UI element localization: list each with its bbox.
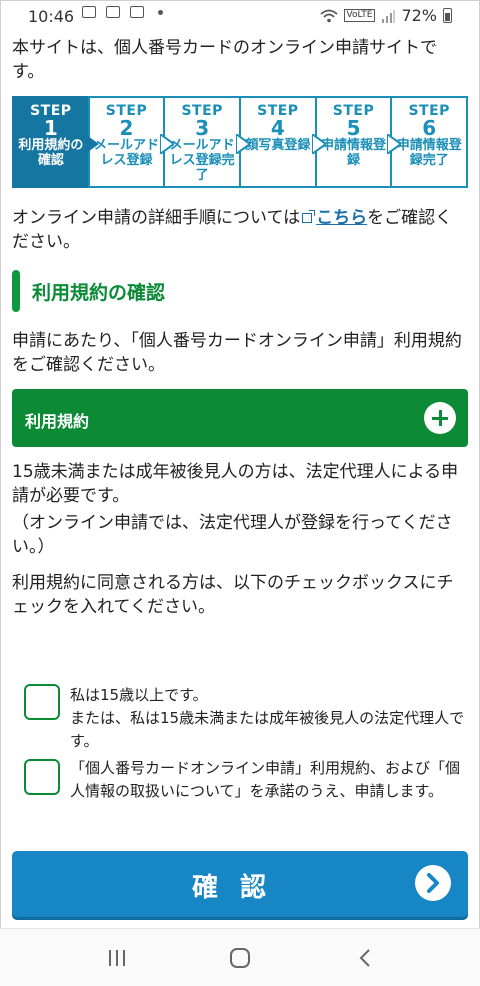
step-number: 6 bbox=[422, 116, 437, 140]
age-label-line1: 私は15歳以上です。 bbox=[70, 686, 208, 704]
step-label: 申請情報登録 bbox=[321, 138, 387, 168]
step-arrow-icon bbox=[84, 134, 99, 154]
arrow-right-icon bbox=[415, 865, 451, 901]
step-number: 4 bbox=[270, 116, 285, 140]
detail-text: オンライン申請の詳細手順については こちらをご確認ください。 bbox=[12, 206, 468, 254]
step-2: STEP 2 メールアドレス登録 bbox=[87, 96, 175, 188]
age-checkbox-label: 私は15歳以上です。 または、私は15歳未満または成年被後見人の法定代理人です。 bbox=[70, 684, 474, 753]
minor-note-2: （オンライン申請では、法定代理人が登録を行ってください。） bbox=[12, 513, 453, 557]
terms-checkbox-label: 「個人番号カードオンライン申請」利用規約、および「個人情報の取扱いについて」を承… bbox=[70, 759, 461, 800]
battery-icon bbox=[443, 8, 452, 23]
confirm-button[interactable]: 確認 bbox=[12, 851, 468, 917]
step-number: 3 bbox=[195, 116, 210, 140]
step-number: 5 bbox=[346, 116, 361, 140]
status-right: VoLTE 72% bbox=[319, 6, 452, 25]
photo-icon bbox=[130, 6, 144, 18]
photo-icon bbox=[106, 6, 120, 18]
status-bar: 10:46 VoLTE 72% bbox=[0, 0, 480, 32]
volte-icon: VoLTE bbox=[343, 9, 376, 22]
section-title: 利用規約の確認 bbox=[32, 282, 166, 304]
step-3: STEP 3 メールアドレス登録完了 bbox=[163, 96, 251, 188]
recent-apps-icon[interactable] bbox=[106, 947, 128, 969]
wifi-icon bbox=[319, 9, 338, 22]
step-label: メールアドレス登録完了 bbox=[169, 138, 235, 183]
section-heading: 利用規約の確認 bbox=[12, 268, 468, 314]
heading-accent-bar bbox=[12, 270, 20, 312]
battery-percent: 72% bbox=[401, 6, 437, 25]
age-label-line2: または、私は15歳未満または成年被後見人の法定代理人です。 bbox=[70, 709, 465, 750]
step-label: メールアドレス登録 bbox=[94, 138, 160, 168]
terms-accordion[interactable]: 利用規約 bbox=[12, 389, 468, 447]
step-number: 1 bbox=[43, 116, 58, 140]
more-notifications-icon bbox=[158, 9, 163, 15]
minor-note-1: 15歳未満または成年被後見人の方は、法定代理人による申請が必要です。 bbox=[12, 462, 459, 506]
home-icon[interactable] bbox=[229, 947, 251, 969]
age-checkbox[interactable] bbox=[24, 684, 60, 720]
step-progress: STEP 1 利用規約の確認 STEP 2 メールアドレス登録 STEP 3 メ… bbox=[12, 96, 469, 188]
terms-intro-text: 申請にあたり、「個人番号カードオンライン申請」利用規約をご確認ください。 bbox=[12, 331, 462, 375]
step-label: 利用規約の確認 bbox=[18, 138, 84, 168]
step-1: STEP 1 利用規約の確認 bbox=[12, 96, 99, 188]
android-nav-bar bbox=[0, 928, 480, 986]
step-arrow-icon bbox=[160, 134, 175, 154]
confirm-label: 確認 bbox=[191, 873, 288, 903]
back-icon[interactable] bbox=[355, 947, 377, 969]
detail-prefix: オンライン申請の詳細手順については bbox=[12, 208, 301, 228]
step-label: 申請情報登録完了 bbox=[396, 138, 462, 168]
step-6: STEP 6 申請情報登録完了 bbox=[390, 96, 469, 188]
step-label: 顔写真登録 bbox=[245, 138, 311, 153]
news-icon bbox=[82, 6, 96, 18]
signal-icon bbox=[382, 9, 396, 23]
step-5: STEP 5 申請情報登録 bbox=[314, 96, 402, 188]
terms-checkbox[interactable] bbox=[24, 759, 60, 795]
accordion-label: 利用規約 bbox=[25, 412, 90, 431]
intro-text: 本サイトは、個人番号カードのオンライン申請サイトです。 bbox=[12, 38, 437, 82]
status-time: 10:46 bbox=[28, 7, 75, 26]
detail-link[interactable]: こちら bbox=[316, 208, 367, 228]
plus-icon[interactable] bbox=[424, 402, 456, 434]
step-number: 2 bbox=[119, 116, 134, 140]
step-arrow-icon bbox=[236, 134, 251, 154]
notification-icons bbox=[82, 6, 163, 18]
step-4: STEP 4 顔写真登録 bbox=[239, 96, 326, 188]
external-link-icon bbox=[302, 210, 316, 223]
agree-note: 利用規約に同意される方は、以下のチェックボックスにチェックを入れてください。 bbox=[12, 573, 454, 617]
step-arrow-icon bbox=[387, 134, 402, 154]
step-arrow-icon bbox=[311, 134, 326, 154]
